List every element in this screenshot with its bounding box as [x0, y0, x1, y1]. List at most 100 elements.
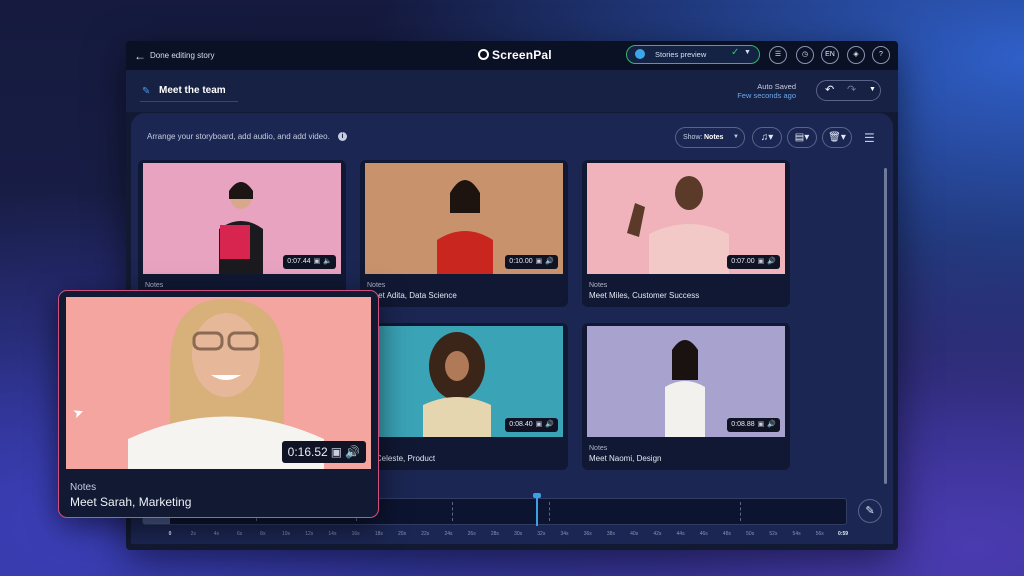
title-underline — [140, 101, 238, 102]
video-thumbnail[interactable]: 0:08.88 ▣ 🔊 — [587, 326, 785, 437]
timeline-tick: 48s — [722, 531, 731, 537]
volume-icon[interactable]: 🔊 — [545, 258, 554, 265]
timeline-tick: 10s — [282, 531, 291, 537]
timeline-tick: 50s — [746, 531, 755, 537]
screenpal-logo: ScreenPal — [478, 48, 552, 62]
delete-icon[interactable]: 🗑▾ — [822, 127, 852, 148]
more-chevron-icon[interactable]: ▼ — [869, 86, 876, 93]
logo-mark-icon — [478, 49, 489, 60]
edit-title-icon[interactable]: ✎ — [142, 86, 150, 97]
volume-icon[interactable]: 🔊 — [345, 445, 360, 459]
timeline-tick: 44s — [676, 531, 685, 537]
show-value: Notes — [704, 134, 724, 141]
chevron-down-icon: ▼ — [744, 49, 751, 56]
duration-chip: 0:10.00 ▣ 🔊 — [505, 255, 558, 269]
timeline-tick: 18s — [374, 531, 383, 537]
edit-timeline-icon[interactable]: ✎ — [858, 499, 882, 523]
timeline-tick: 38s — [606, 531, 615, 537]
card-notes-label: Notes — [589, 445, 608, 452]
timeline-tick: 32s — [537, 531, 546, 537]
timeline-tick: 0 — [168, 531, 172, 537]
duration-chip: 0:07.00 ▣ 🔊 — [727, 255, 780, 269]
add-audio-icon[interactable]: ♫▾ — [752, 127, 782, 148]
story-card[interactable]: 0:07.44 ▣ 🔈 Notes — [138, 160, 346, 307]
caption-icon: ▣ — [313, 258, 321, 265]
volume-icon[interactable]: 🔊 — [545, 421, 554, 428]
timeline-tick: 24s — [444, 531, 453, 537]
stories-preview-label: Stories preview — [655, 50, 707, 59]
timeline-tick: 20s — [398, 531, 407, 537]
timeline-ruler: 0 2s 4s 6s 8s 10s 12s 14s 16s 18s 20s 22s 24s 26s 28s 3… — [142, 531, 854, 541]
playhead[interactable] — [536, 495, 538, 526]
duration-chip: 0:08.88 ▣ 🔊 — [727, 418, 780, 432]
video-thumbnail[interactable]: 0:10.00 ▣ 🔊 — [365, 163, 563, 274]
duration: 0:08.40 — [509, 421, 533, 428]
list-view-icon[interactable]: ☰ — [864, 131, 875, 145]
top-bar: ← Done editing story ScreenPal Stories p… — [126, 41, 898, 70]
card-title: Meet Miles, Customer Success — [589, 291, 700, 300]
caption-icon: ▣ — [757, 258, 765, 265]
duration-chip: 0:08.40 ▣ 🔊 — [505, 418, 558, 432]
undo-icon[interactable]: ↶ — [825, 83, 834, 96]
clip-divider — [740, 502, 741, 521]
volume-icon[interactable]: 🔈 — [323, 258, 332, 265]
story-card[interactable]: 0:08.88 ▣ 🔊 Notes Meet Naomi, Design — [582, 323, 790, 470]
history-icon[interactable]: ◷ — [796, 46, 814, 64]
clip-divider — [549, 502, 550, 521]
timeline-tick: 40s — [630, 531, 639, 537]
duration: 0:07.44 — [287, 258, 311, 265]
timeline-tick: 54s — [792, 531, 801, 537]
caption-icon: ▣ — [535, 258, 543, 265]
card-notes-label: Notes — [145, 282, 164, 289]
video-thumbnail[interactable]: 0:07.00 ▣ 🔊 — [587, 163, 785, 274]
help-button[interactable]: ? — [872, 46, 890, 64]
add-video-icon[interactable]: ▤▾ — [787, 127, 817, 148]
timeline-tick: 4s — [213, 531, 220, 537]
back-arrow-icon[interactable]: ← — [134, 49, 146, 63]
storyboard-hint: Arrange your storyboard, add audio, and … — [147, 132, 330, 141]
show-dropdown[interactable]: Show: Notes ▼ — [675, 127, 745, 148]
undo-redo-group: ↶ ↷ ▼ — [816, 80, 881, 101]
preview-icon — [635, 49, 645, 59]
timeline-tick: 2s — [190, 531, 196, 537]
featured-story-card[interactable]: 0:16.52 ▣ 🔊 Notes Meet Sarah, Marketing — [58, 290, 379, 518]
volume-icon[interactable]: 🔊 — [767, 258, 776, 265]
language-button[interactable]: EN — [821, 46, 839, 64]
timeline-tick: 8s — [260, 531, 266, 537]
video-thumbnail[interactable]: 0:16.52 ▣ 🔊 — [66, 297, 371, 469]
story-card[interactable]: 0:10.00 ▣ 🔊 Notes Meet Adita, Data Science — [360, 160, 568, 307]
card-title: Meet Naomi, Design — [589, 454, 662, 463]
save-status: Auto Saved — [757, 82, 796, 91]
duration: 0:08.88 — [731, 421, 755, 428]
card-title: Meet Sarah, Marketing — [70, 495, 192, 509]
info-icon[interactable]: i — [338, 132, 347, 141]
card-title: Meet Adita, Data Science — [367, 291, 457, 300]
timeline-tick: 30s — [514, 531, 523, 537]
timeline-tick: 0:59 — [837, 531, 849, 537]
story-card[interactable]: 0:07.00 ▣ 🔊 Notes Meet Miles, Customer Suc… — [582, 160, 790, 307]
card-notes-label: Notes — [70, 482, 97, 493]
redo-icon[interactable]: ↷ — [847, 83, 856, 96]
checklist-icon[interactable]: ☰ — [769, 46, 787, 64]
check-icon: ✓ — [731, 47, 740, 58]
show-label: Show: — [683, 134, 703, 141]
scrollbar[interactable] — [884, 168, 887, 484]
duration: 0:07.00 — [731, 258, 755, 265]
story-title[interactable]: Meet the team — [159, 85, 226, 96]
volume-icon[interactable]: 🔊 — [767, 421, 776, 428]
chevron-down-icon: ▼ — [733, 134, 739, 140]
layers-icon[interactable]: ◈ — [847, 46, 865, 64]
card-notes-label: Notes — [367, 282, 386, 289]
video-thumbnail[interactable]: 0:07.44 ▣ 🔈 — [143, 163, 341, 274]
stories-preview-dropdown[interactable]: Stories preview ✓ ▼ — [626, 45, 760, 64]
done-editing-link[interactable]: Done editing story — [150, 51, 214, 60]
timeline-tick: 16s — [351, 531, 360, 537]
card-notes-label: Notes — [589, 282, 608, 289]
story-card[interactable]: 0:08.40 ▣ 🔊 et Celeste, Product — [360, 323, 568, 470]
timeline-tick: 12s — [305, 531, 314, 537]
video-thumbnail[interactable]: 0:08.40 ▣ 🔊 — [365, 326, 563, 437]
timeline-tick: 56s — [815, 531, 824, 537]
duration-chip: 0:16.52 ▣ 🔊 — [281, 441, 366, 463]
timeline-tick: 26s — [467, 531, 476, 537]
timeline-tick: 34s — [560, 531, 569, 537]
